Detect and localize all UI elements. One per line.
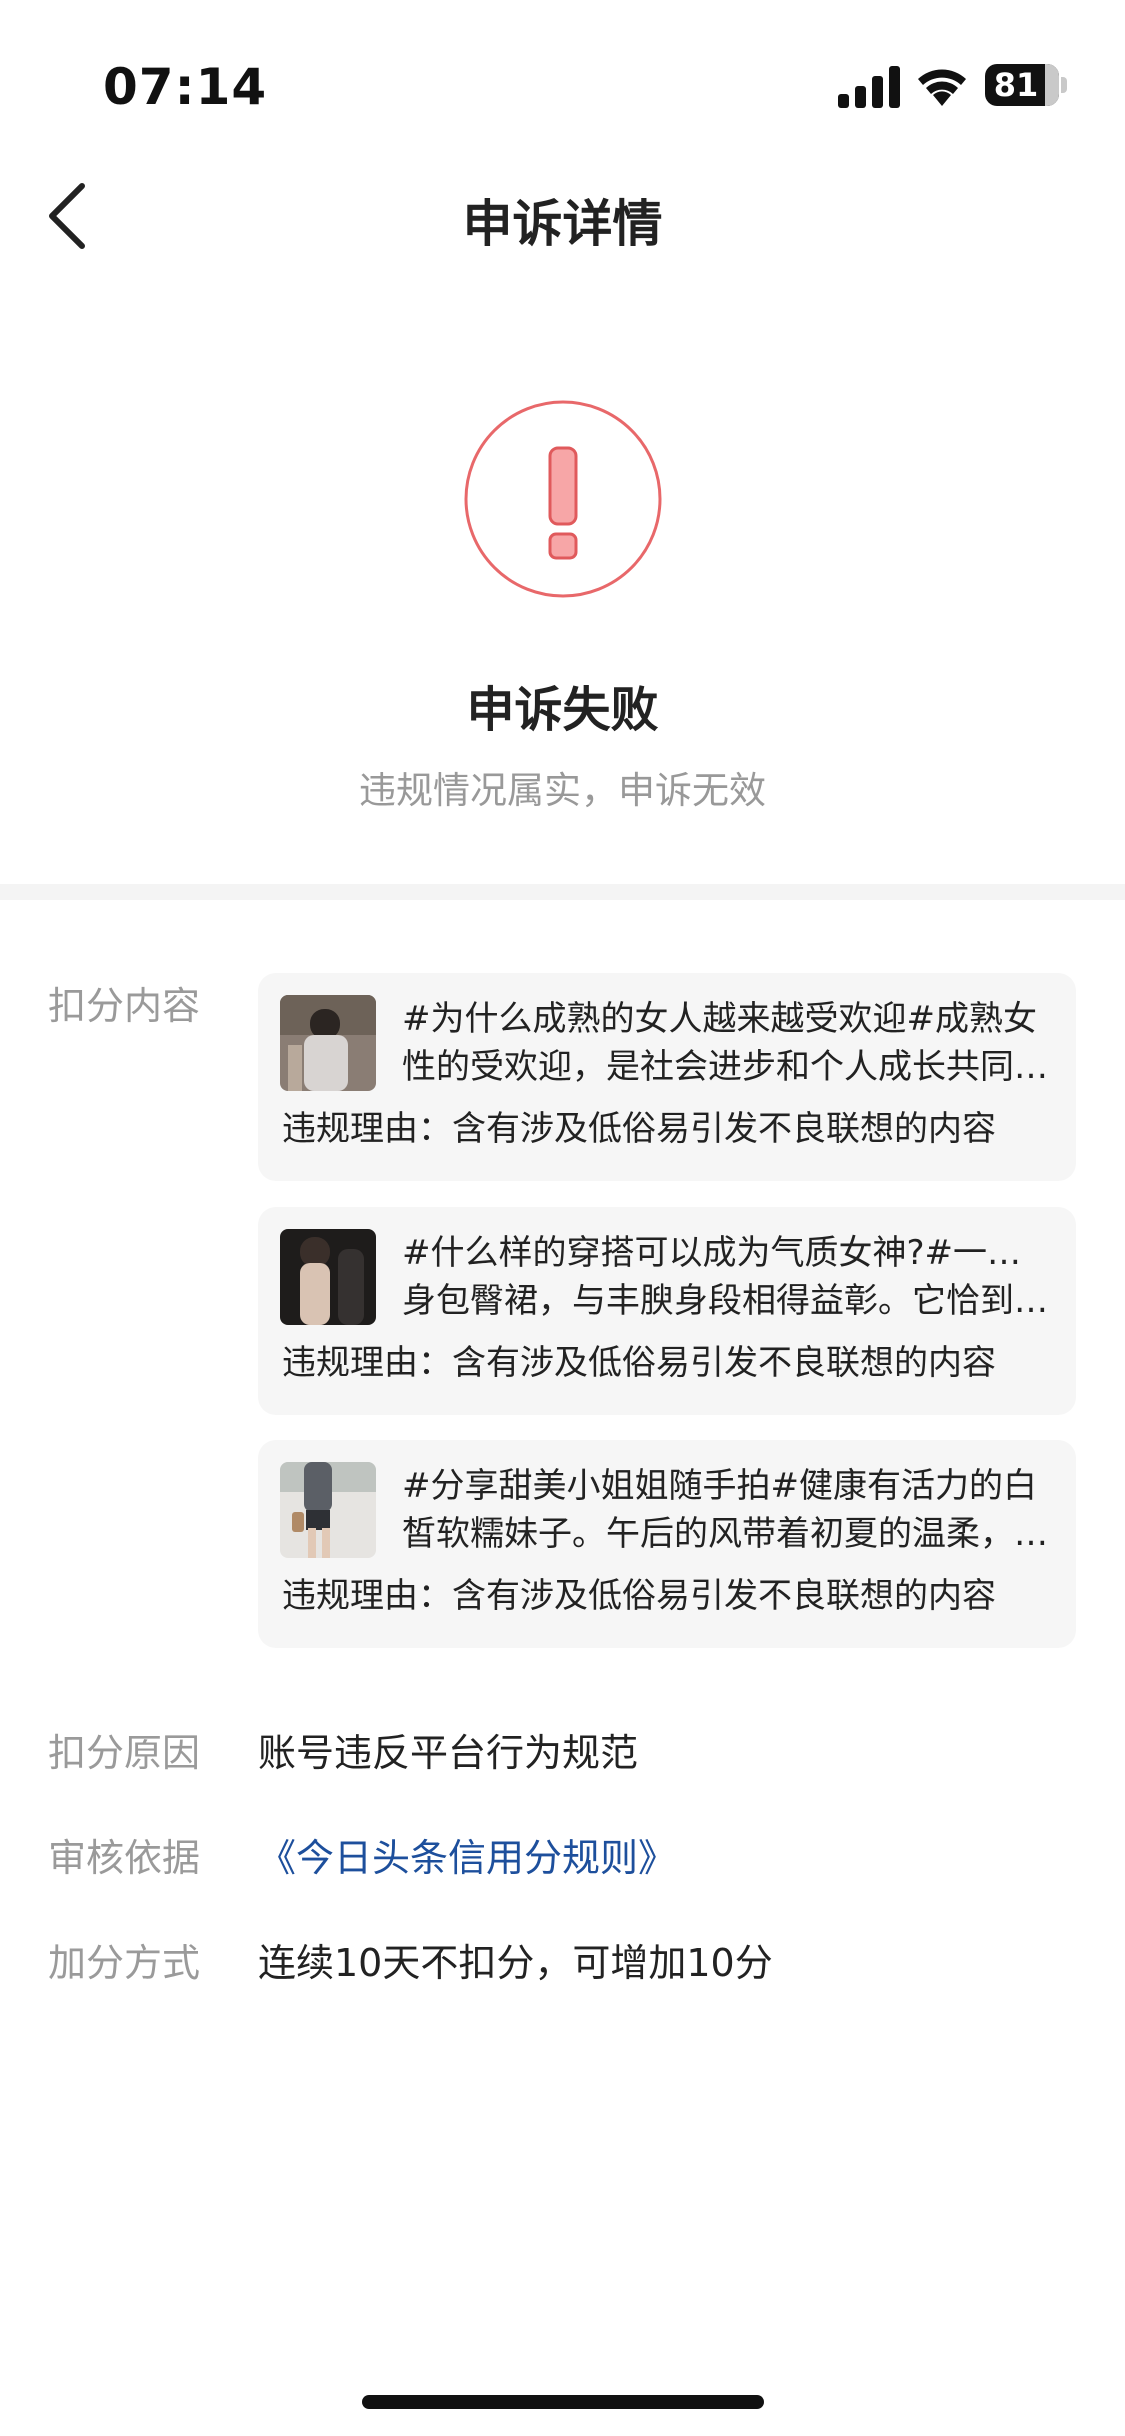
signal-icon — [838, 66, 900, 108]
card-text-line: #分享甜美小姐姐随手拍#健康有活力的白 — [402, 1466, 1037, 1506]
status-bar: 07:14 81 — [0, 0, 1125, 130]
section-divider — [0, 884, 1125, 900]
deduction-reason-value: 账号违反平台行为规范 — [258, 1731, 639, 1775]
card-text-line: 性的受欢迎，是社会进步和个人成长共同… — [402, 1047, 1048, 1087]
violation-card[interactable]: #分享甜美小姐姐随手拍#健康有活力的白 皙软糯妹子。午后的风带着初夏的温柔，… … — [258, 1440, 1076, 1648]
nav-bar: 申诉详情 — [0, 170, 1125, 260]
battery-icon: 81 — [985, 64, 1067, 106]
page-title: 申诉详情 — [462, 195, 663, 253]
card-text: #为什么成熟的女人越来越受欢迎#成熟女 性的受欢迎，是社会进步和个人成长共同… — [402, 995, 1052, 1091]
card-text-line: #什么样的穿搭可以成为气质女神?#一袭紧 — [402, 1233, 1052, 1273]
violation-card[interactable]: #什么样的穿搭可以成为气质女神?#一袭紧 身包臀裙，与丰腴身段相得益彰。它恰到…… — [258, 1207, 1076, 1415]
home-indicator — [362, 2395, 764, 2409]
card-text: #分享甜美小姐姐随手拍#健康有活力的白 皙软糯妹子。午后的风带着初夏的温柔，… — [402, 1462, 1052, 1558]
bonus-method-label: 加分方式 — [48, 1941, 201, 1985]
review-basis-label: 审核依据 — [48, 1836, 201, 1880]
post-thumbnail — [280, 1462, 376, 1558]
appeal-detail-page: 07:14 81 申诉详情 申诉失败 违规情况属实，申诉无效 扣分内容 #为什么… — [0, 0, 1125, 2436]
deduction-reason-label: 扣分原因 — [48, 1731, 201, 1775]
card-text-line: 身包臀裙，与丰腴身段相得益彰。它恰到… — [402, 1281, 1048, 1321]
card-text-line: 皙软糯妹子。午后的风带着初夏的温柔，… — [402, 1514, 1048, 1554]
deduction-content-label: 扣分内容 — [48, 984, 201, 1028]
credit-rules-link[interactable]: 《今日头条信用分规则》 — [258, 1827, 676, 1882]
card-text-line: #为什么成熟的女人越来越受欢迎#成熟女 — [402, 999, 1037, 1039]
exclamation-circle-icon — [464, 400, 662, 598]
battery-nub — [1061, 77, 1067, 93]
result-title: 申诉失败 — [466, 682, 659, 738]
violation-reason: 违规理由：含有涉及低俗易引发不良联想的内容 — [282, 1109, 996, 1149]
card-text: #什么样的穿搭可以成为气质女神?#一袭紧 身包臀裙，与丰腴身段相得益彰。它恰到… — [402, 1229, 1052, 1325]
post-thumbnail — [280, 1229, 376, 1325]
status-time: 07:14 — [103, 58, 268, 116]
result-subtitle: 违规情况属实，申诉无效 — [359, 769, 766, 812]
battery-level: 81 — [993, 66, 1039, 104]
battery-empty-part — [1044, 64, 1059, 106]
post-thumbnail — [280, 995, 376, 1091]
violation-reason: 违规理由：含有涉及低俗易引发不良联想的内容 — [282, 1343, 996, 1383]
violation-reason: 违规理由：含有涉及低俗易引发不良联想的内容 — [282, 1576, 996, 1616]
wifi-icon — [918, 69, 966, 106]
violation-card[interactable]: #为什么成熟的女人越来越受欢迎#成熟女 性的受欢迎，是社会进步和个人成长共同… … — [258, 973, 1076, 1181]
bonus-method-value: 连续10天不扣分，可增加10分 — [258, 1941, 773, 1985]
battery-body: 81 — [985, 64, 1059, 106]
